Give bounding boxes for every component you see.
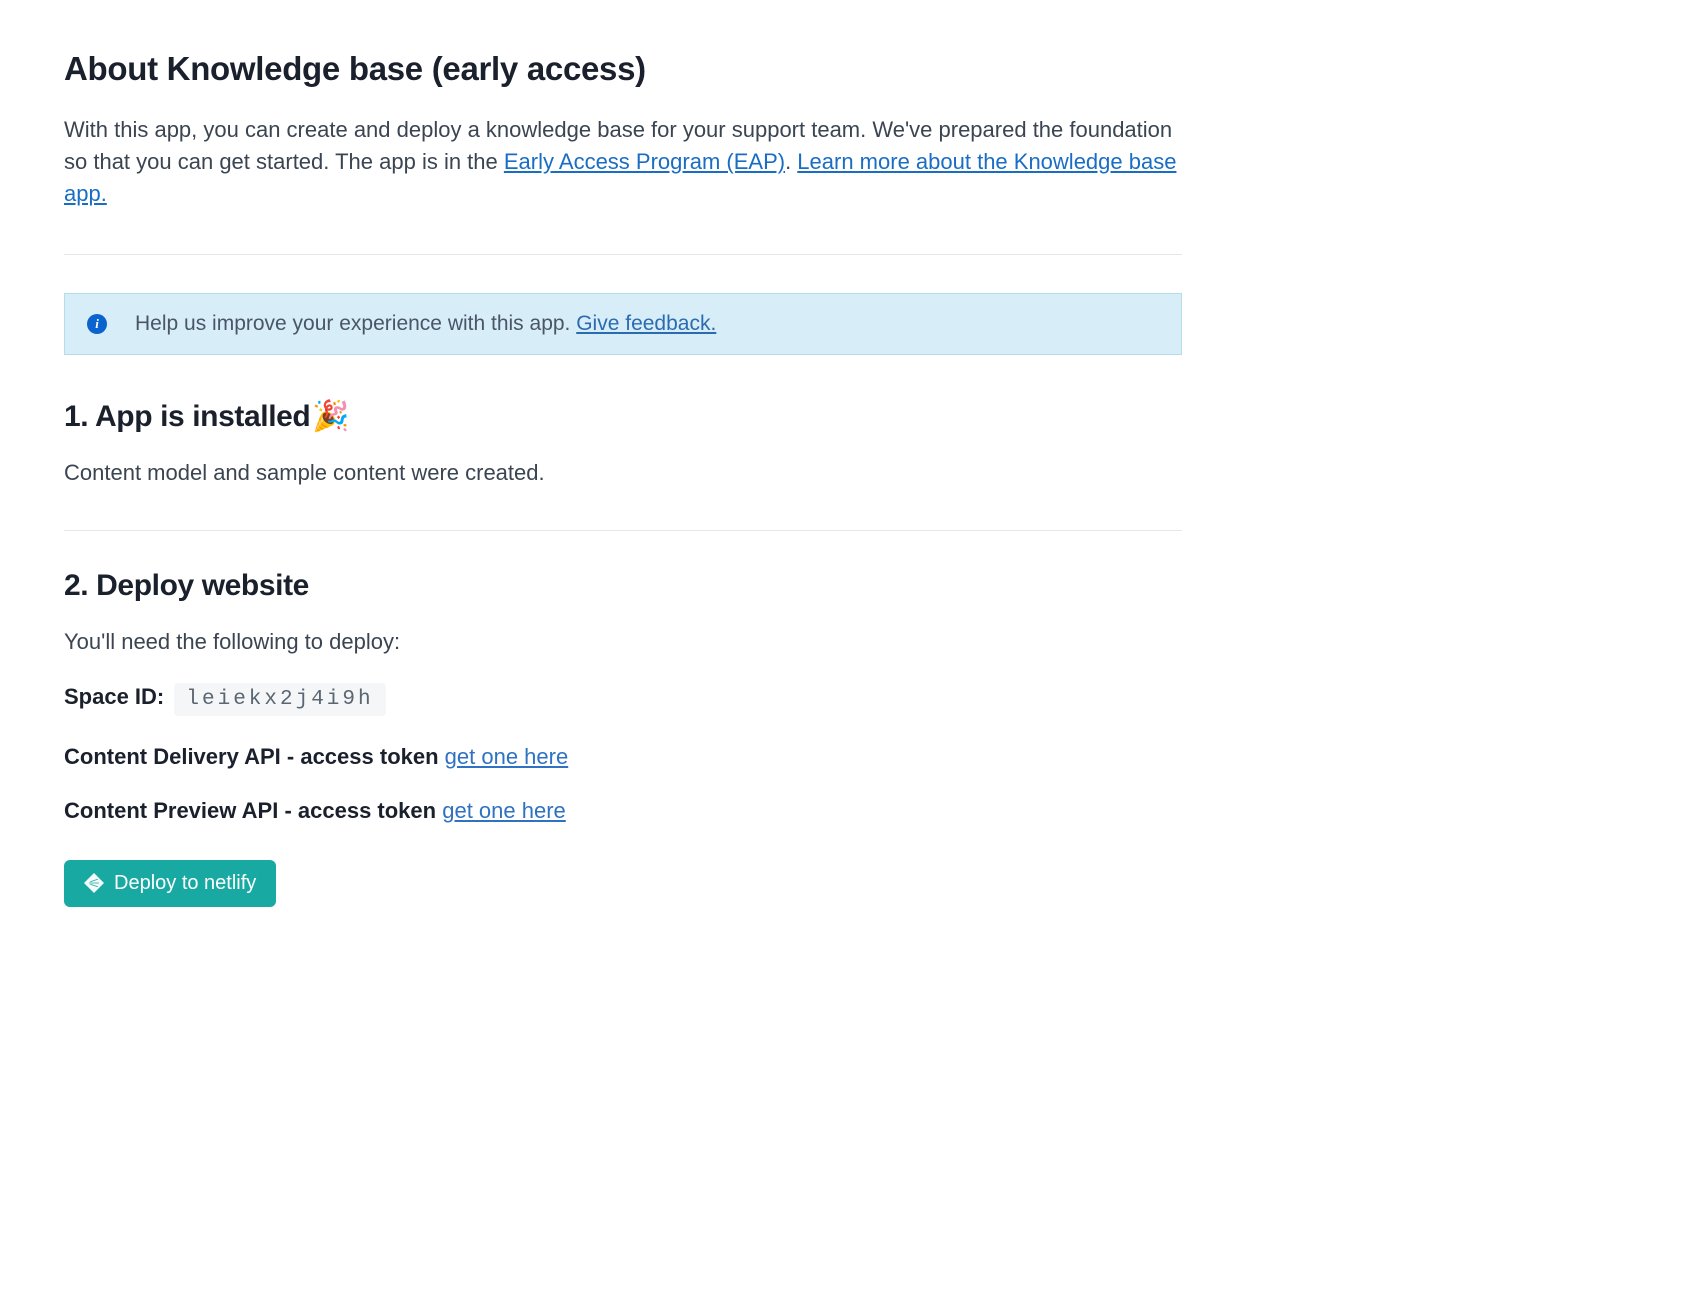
deploy-word: Deploy [114, 872, 176, 894]
section-1-title-text: 1. App is installed [64, 400, 310, 433]
cpa-row: Content Preview API - access token get o… [64, 798, 1182, 824]
cpa-label: Content Preview API - access token [64, 798, 436, 823]
section-2-title: 2. Deploy website [64, 569, 1182, 603]
feedback-banner: i Help us improve your experience with t… [64, 293, 1182, 355]
intro-text-period: . [785, 149, 797, 174]
netlify-icon [84, 873, 104, 893]
page-title: About Knowledge base (early access) [64, 50, 1182, 88]
section-1-body: Content model and sample content were cr… [64, 460, 1182, 486]
space-id-row: Space ID: leiekx2j4i9h [64, 683, 1182, 716]
divider [64, 254, 1182, 255]
banner-text-prefix: Help us improve your experience with thi… [135, 312, 576, 335]
cda-link[interactable]: get one here [445, 744, 569, 769]
cpa-link[interactable]: get one here [442, 798, 566, 823]
banner-text: Help us improve your experience with thi… [135, 312, 716, 336]
section-1-title: 1. App is installed🎉 [64, 399, 1182, 434]
eap-link[interactable]: Early Access Program (EAP) [504, 149, 785, 174]
party-popper-emoji: 🎉 [312, 399, 349, 434]
deploy-intro: You'll need the following to deploy: [64, 629, 1182, 655]
give-feedback-link[interactable]: Give feedback. [576, 312, 716, 335]
deploy-to-text: to netlify [176, 872, 256, 894]
deploy-to-netlify-button[interactable]: Deploy to netlify [64, 860, 276, 907]
divider [64, 530, 1182, 531]
cda-row: Content Delivery API - access token get … [64, 744, 1182, 770]
info-icon: i [87, 314, 107, 334]
intro-paragraph: With this app, you can create and deploy… [64, 114, 1182, 210]
cda-label: Content Delivery API - access token [64, 744, 439, 769]
space-id-value: leiekx2j4i9h [174, 683, 385, 716]
deploy-button-text: Deploy to netlify [114, 872, 256, 895]
space-id-label: Space ID: [64, 684, 164, 709]
